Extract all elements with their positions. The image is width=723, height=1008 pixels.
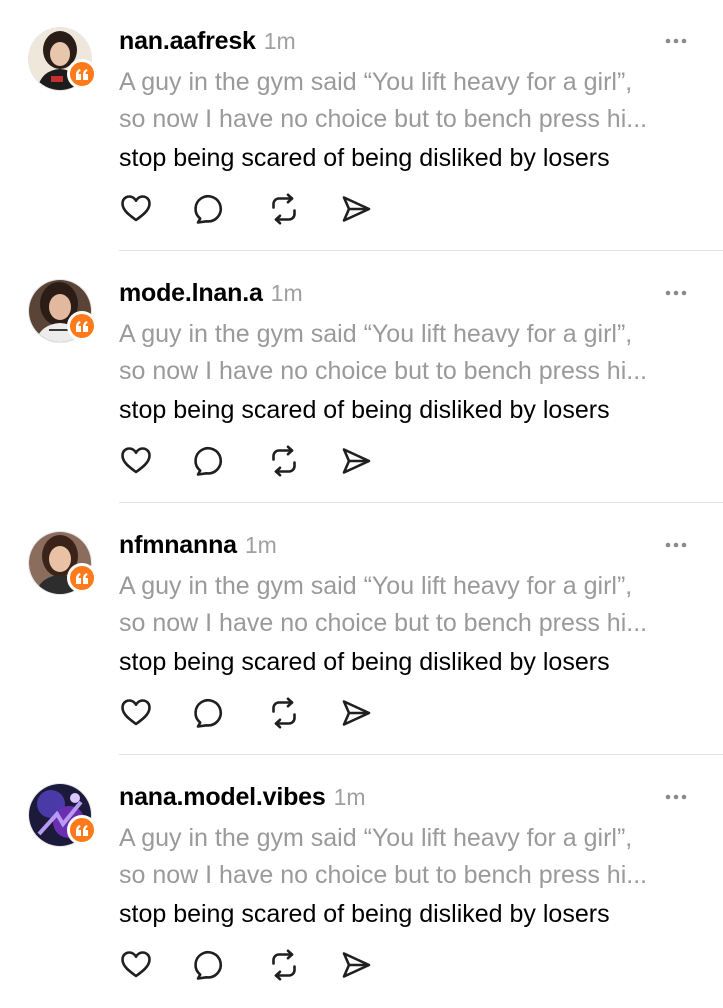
quoted-line: A guy in the gym said “You lift heavy fo… xyxy=(119,68,633,96)
username[interactable]: nana.model.vibes xyxy=(119,783,326,812)
heart-icon[interactable] xyxy=(119,192,153,226)
post-divider xyxy=(119,754,723,755)
post-header: nfmnanna 1m xyxy=(119,531,277,561)
share-icon[interactable] xyxy=(339,696,373,730)
quote-badge xyxy=(67,563,97,593)
more-options-icon[interactable] xyxy=(664,288,688,298)
post-divider xyxy=(119,502,723,503)
repost-icon[interactable] xyxy=(267,444,301,478)
post-header: nan.aafresk 1m xyxy=(119,27,296,57)
post[interactable]: nfmnanna 1m A guy in the gym said “You l… xyxy=(0,504,723,756)
heart-icon[interactable] xyxy=(119,948,153,982)
quote-icon xyxy=(76,824,88,836)
quote-badge xyxy=(67,311,97,341)
post-text: stop being scared of being disliked by l… xyxy=(119,900,610,928)
quote-badge xyxy=(67,815,97,845)
more-options-icon[interactable] xyxy=(664,36,688,46)
quoted-post-preview[interactable]: A guy in the gym said “You lift heavy fo… xyxy=(119,64,699,138)
comment-icon[interactable] xyxy=(191,948,225,982)
quoted-line: so now I have no choice but to bench pre… xyxy=(119,609,648,637)
quoted-line: so now I have no choice but to bench pre… xyxy=(119,357,648,385)
post-header: mode.lnan.a 1m xyxy=(119,279,303,309)
avatar[interactable] xyxy=(29,280,97,342)
repost-icon[interactable] xyxy=(267,948,301,982)
post-divider xyxy=(119,250,723,251)
timestamp: 1m xyxy=(244,532,277,558)
quoted-post-preview[interactable]: A guy in the gym said “You lift heavy fo… xyxy=(119,316,699,390)
more-options-icon[interactable] xyxy=(664,540,688,550)
username[interactable]: nfmnanna xyxy=(119,531,237,560)
comment-icon[interactable] xyxy=(191,444,225,478)
repost-icon[interactable] xyxy=(267,696,301,730)
quoted-line: so now I have no choice but to bench pre… xyxy=(119,105,648,133)
post-text: stop being scared of being disliked by l… xyxy=(119,144,610,172)
more-options-icon[interactable] xyxy=(664,792,688,802)
avatar[interactable] xyxy=(29,28,97,90)
quote-icon xyxy=(76,572,88,584)
quote-icon xyxy=(76,320,88,332)
share-icon[interactable] xyxy=(339,444,373,478)
quote-badge xyxy=(67,59,97,89)
heart-icon[interactable] xyxy=(119,444,153,478)
avatar[interactable] xyxy=(29,784,97,846)
quote-icon xyxy=(76,68,88,80)
post-text: stop being scared of being disliked by l… xyxy=(119,648,610,676)
share-icon[interactable] xyxy=(339,192,373,226)
comment-icon[interactable] xyxy=(191,192,225,226)
post[interactable]: mode.lnan.a 1m A guy in the gym said “Yo… xyxy=(0,252,723,504)
avatar[interactable] xyxy=(29,532,97,594)
quoted-line: so now I have no choice but to bench pre… xyxy=(119,861,648,889)
timestamp: 1m xyxy=(263,28,296,54)
quoted-line: A guy in the gym said “You lift heavy fo… xyxy=(119,572,633,600)
post-text: stop being scared of being disliked by l… xyxy=(119,396,610,424)
timestamp: 1m xyxy=(270,280,303,306)
post[interactable]: nana.model.vibes 1m A guy in the gym sai… xyxy=(0,756,723,1008)
post-header: nana.model.vibes 1m xyxy=(119,783,366,813)
quoted-post-preview[interactable]: A guy in the gym said “You lift heavy fo… xyxy=(119,568,699,642)
heart-icon[interactable] xyxy=(119,696,153,730)
post[interactable]: nan.aafresk 1m A guy in the gym said “Yo… xyxy=(0,0,723,252)
username[interactable]: nan.aafresk xyxy=(119,27,256,56)
quoted-line: A guy in the gym said “You lift heavy fo… xyxy=(119,824,633,852)
comment-icon[interactable] xyxy=(191,696,225,730)
repost-icon[interactable] xyxy=(267,192,301,226)
username[interactable]: mode.lnan.a xyxy=(119,279,263,308)
thread-feed: nan.aafresk 1m A guy in the gym said “Yo… xyxy=(0,0,723,1008)
quoted-post-preview[interactable]: A guy in the gym said “You lift heavy fo… xyxy=(119,820,699,894)
quoted-line: A guy in the gym said “You lift heavy fo… xyxy=(119,320,633,348)
share-icon[interactable] xyxy=(339,948,373,982)
timestamp: 1m xyxy=(333,784,366,810)
